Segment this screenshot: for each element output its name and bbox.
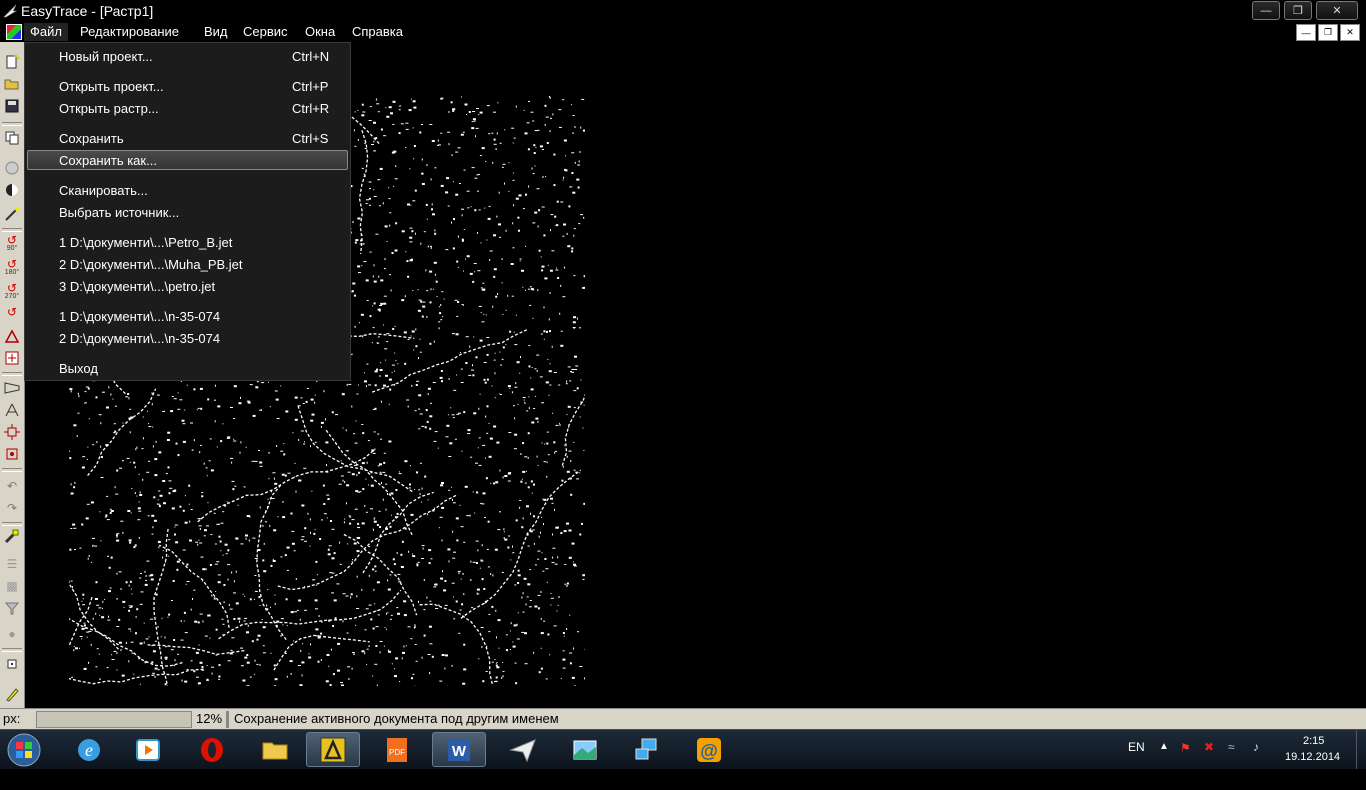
status-divider — [226, 711, 229, 728]
pencil-icon[interactable] — [2, 684, 22, 704]
crop-frame-icon[interactable] — [2, 348, 22, 368]
network-connection-icon[interactable] — [620, 732, 674, 767]
menu-item-open-raster[interactable]: Открыть растр... Ctrl+R — [27, 98, 348, 118]
window-controls: — ❐ ✕ — [1252, 1, 1358, 20]
toolbar-separator — [2, 648, 22, 652]
file-menu-dropdown: Новый проект... Ctrl+N Открыть проект...… — [24, 42, 351, 381]
save-disk-icon[interactable] — [2, 96, 22, 116]
toolbar-separator — [2, 372, 22, 376]
menu-item-save-as[interactable]: Сохранить как... — [27, 150, 348, 170]
wifi-icon[interactable]: ≈ — [1228, 740, 1235, 779]
menu-edit[interactable]: Редактирование — [80, 24, 179, 39]
fill-icon[interactable]: ▩ — [2, 576, 22, 596]
mail-agent-icon[interactable]: @ — [682, 732, 736, 767]
menu-view[interactable]: Вид — [204, 24, 228, 39]
show-desktop-button[interactable] — [1356, 730, 1366, 769]
transform-icon[interactable] — [2, 400, 22, 420]
image-viewer-icon[interactable] — [558, 732, 612, 767]
security-alert-icon[interactable]: ✖ — [1204, 740, 1214, 779]
copy-icon[interactable] — [2, 128, 22, 148]
svg-text:W: W — [452, 743, 467, 760]
windows-logo-icon — [7, 733, 41, 767]
close-button[interactable]: ✕ — [1316, 1, 1358, 20]
menu-bar: Файл Редактирование Вид Сервис Окна Спра… — [0, 22, 1366, 42]
menu-item-recent-raster-2[interactable]: 2 D:\документи\...\n-35-074 — [27, 328, 348, 348]
eraser-icon[interactable]: ☰ — [2, 554, 22, 574]
open-folder-icon[interactable] — [2, 74, 22, 94]
svg-text:e: e — [85, 740, 93, 760]
minimize-button[interactable]: — — [1252, 1, 1280, 20]
filter-icon[interactable] — [2, 598, 22, 618]
contrast-icon[interactable] — [2, 180, 22, 200]
resize-icon[interactable] — [2, 422, 22, 442]
status-message: Сохранение активного документа под други… — [234, 711, 559, 727]
mdi-restore-button[interactable]: ❐ — [1318, 24, 1338, 41]
menu-item-save[interactable]: Сохранить Ctrl+S — [27, 128, 348, 148]
mdi-minimize-button[interactable]: — — [1296, 24, 1316, 41]
start-button[interactable] — [4, 731, 44, 769]
tray-expand-icon[interactable]: ▲ — [1159, 741, 1169, 780]
title-bar: EasyTrace - [Растр1] — ❐ ✕ — [0, 0, 1366, 22]
windows-taskbar: e PDF W @ EN ▲ ⚑ ✖ ≈ ♪ 2:15 19.12.2014 — [0, 729, 1366, 769]
drop-icon[interactable]: ● — [2, 624, 22, 644]
menu-help[interactable]: Справка — [352, 24, 403, 39]
document-icon[interactable] — [6, 24, 22, 40]
stretch-icon[interactable] — [2, 444, 22, 464]
rotate-270-icon[interactable]: ↺ 270° — [2, 280, 22, 304]
zoom-level: 12% — [196, 711, 222, 727]
paper-plane-icon[interactable] — [496, 732, 550, 767]
menu-item-new-project[interactable]: Новый проект... Ctrl+N — [27, 46, 348, 66]
left-toolbar: ↺ 90° ↺ 180° ↺ 270° ↺ ↶ ↷ ☰ ▩ ● — [0, 42, 25, 708]
brush-icon[interactable] — [2, 526, 22, 546]
microsoft-word-icon[interactable]: W — [432, 732, 486, 767]
magic-wand-icon[interactable] — [2, 204, 22, 224]
clock-date[interactable]: 19.12.2014 — [1285, 751, 1340, 790]
rotate-90-icon[interactable]: ↺ 90° — [2, 232, 22, 256]
restore-button[interactable]: ❐ — [1284, 1, 1312, 20]
file-explorer-icon[interactable] — [248, 732, 302, 767]
input-language[interactable]: EN — [1128, 740, 1145, 779]
undo-icon[interactable]: ↶ — [2, 476, 22, 496]
svg-text:PDF: PDF — [389, 748, 405, 757]
easytrace-app-icon[interactable] — [2, 3, 18, 19]
palette-icon[interactable] — [2, 158, 22, 178]
action-center-icon[interactable]: ⚑ — [1180, 741, 1191, 780]
menu-item-open-project[interactable]: Открыть проект... Ctrl+P — [27, 76, 348, 96]
coordinate-label: px: — [3, 711, 20, 727]
internet-explorer-icon[interactable]: e — [62, 732, 116, 767]
menu-windows[interactable]: Окна — [305, 24, 335, 39]
menu-item-select-source[interactable]: Выбрать источник... — [27, 202, 348, 222]
coordinate-field — [36, 711, 192, 728]
opera-icon[interactable] — [185, 732, 239, 767]
mdi-close-button[interactable]: ✕ — [1340, 24, 1360, 41]
toolbar-separator — [2, 468, 22, 472]
menu-item-recent-raster-1[interactable]: 1 D:\документи\...\n-35-074 — [27, 306, 348, 326]
menu-item-recent-project-3[interactable]: 3 D:\документи\...\petro.jet — [27, 276, 348, 296]
mdi-controls: — ❐ ✕ — [1296, 24, 1360, 41]
select-point-icon[interactable] — [2, 654, 22, 674]
volume-icon[interactable]: ♪ — [1253, 740, 1259, 779]
easytrace-taskbar-icon[interactable] — [306, 732, 360, 767]
svg-text:@: @ — [700, 741, 718, 761]
menu-item-recent-project-2[interactable]: 2 D:\документи\...\Muha_PB.jet — [27, 254, 348, 274]
rotate-180-icon[interactable]: ↺ 180° — [2, 256, 22, 280]
status-bar: px: 12% Сохранение активного документа п… — [0, 708, 1366, 730]
pdf-reader-icon[interactable]: PDF — [370, 732, 424, 767]
measure-angle-icon[interactable] — [2, 326, 22, 346]
toolbar-separator — [2, 122, 22, 126]
menu-item-exit[interactable]: Выход — [27, 358, 348, 378]
window-title: EasyTrace - [Растр1] — [21, 3, 153, 19]
menu-service[interactable]: Сервис — [243, 24, 288, 39]
perspective-icon[interactable] — [2, 378, 22, 398]
rotate-free-icon[interactable]: ↺ — [2, 302, 22, 322]
menu-file[interactable]: Файл — [24, 23, 68, 41]
redo-icon[interactable]: ↷ — [2, 498, 22, 518]
menu-item-scan[interactable]: Сканировать... — [27, 180, 348, 200]
new-project-icon[interactable] — [2, 52, 22, 72]
menu-item-recent-project-1[interactable]: 1 D:\документи\...\Petro_B.jet — [27, 232, 348, 252]
media-player-icon[interactable] — [121, 732, 175, 767]
